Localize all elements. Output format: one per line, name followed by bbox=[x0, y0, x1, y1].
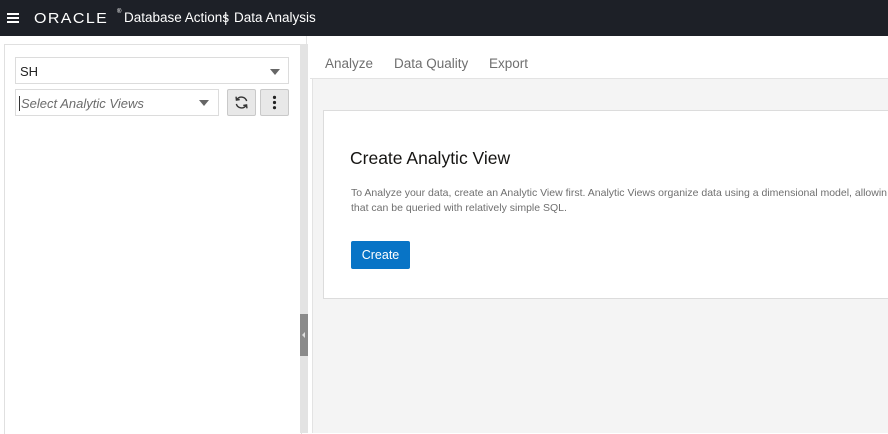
card-description-line: To Analyze your data, create an Analytic… bbox=[351, 187, 887, 199]
card-description: To Analyze your data, create an Analytic… bbox=[351, 186, 888, 216]
card-title: Create Analytic View bbox=[350, 148, 511, 168]
card-description-line: that can be queried with relatively simp… bbox=[351, 202, 567, 214]
create-button[interactable]: Create bbox=[351, 241, 410, 269]
